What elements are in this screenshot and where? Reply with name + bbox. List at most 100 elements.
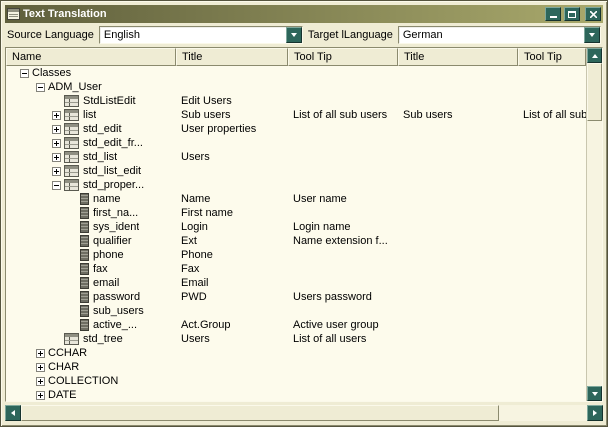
- row-tooltip[interactable]: [288, 150, 398, 164]
- horizontal-scrollbar[interactable]: [5, 405, 603, 421]
- row-title-2[interactable]: [398, 150, 518, 164]
- scroll-up-button[interactable]: [587, 48, 602, 63]
- tree-row[interactable]: first_na... First name: [6, 206, 586, 220]
- row-title[interactable]: Fax: [176, 262, 288, 276]
- row-title-2[interactable]: [398, 388, 518, 401]
- tree-row[interactable]: std_edit User properties: [6, 122, 586, 136]
- row-title-2[interactable]: [398, 136, 518, 150]
- row-title[interactable]: [176, 66, 288, 80]
- expand-plus-icon[interactable]: [36, 391, 45, 400]
- tree-row[interactable]: Classes: [6, 66, 586, 80]
- row-title[interactable]: Name: [176, 192, 288, 206]
- tree-row[interactable]: name Name User name: [6, 192, 586, 206]
- tree-row[interactable]: DATE: [6, 388, 586, 401]
- tree-row[interactable]: phone Phone: [6, 248, 586, 262]
- expand-plus-icon[interactable]: [52, 153, 61, 162]
- row-tooltip-2[interactable]: [518, 164, 523, 178]
- row-title-2[interactable]: Sub users: [398, 108, 518, 122]
- row-title-2[interactable]: [398, 346, 518, 360]
- row-title[interactable]: [176, 136, 288, 150]
- tree-row[interactable]: std_edit_fr...: [6, 136, 586, 150]
- row-tooltip[interactable]: [288, 248, 398, 262]
- row-title[interactable]: PWD: [176, 290, 288, 304]
- row-tooltip[interactable]: [288, 178, 398, 192]
- row-tooltip-2[interactable]: [518, 136, 523, 150]
- vertical-scrollbar-thumb[interactable]: [587, 63, 602, 121]
- row-title-2[interactable]: [398, 66, 518, 80]
- close-button[interactable]: [585, 7, 601, 21]
- row-title-2[interactable]: [398, 80, 518, 94]
- row-tooltip-2[interactable]: [518, 374, 523, 388]
- row-title[interactable]: Edit Users: [176, 94, 288, 108]
- expand-plus-icon[interactable]: [36, 377, 45, 386]
- tree-row[interactable]: StdListEdit Edit Users: [6, 94, 586, 108]
- row-title[interactable]: Ext: [176, 234, 288, 248]
- row-tooltip-2[interactable]: [518, 332, 523, 346]
- row-tooltip[interactable]: [288, 262, 398, 276]
- row-title[interactable]: Login: [176, 220, 288, 234]
- expand-plus-icon[interactable]: [52, 111, 61, 120]
- tree-row[interactable]: password PWD Users password: [6, 290, 586, 304]
- scroll-left-button[interactable]: [5, 405, 21, 421]
- row-tooltip-2[interactable]: [518, 66, 523, 80]
- tree-row[interactable]: CHAR: [6, 360, 586, 374]
- row-title-2[interactable]: [398, 276, 518, 290]
- row-title-2[interactable]: [398, 234, 518, 248]
- row-title-2[interactable]: [398, 290, 518, 304]
- expand-plus-icon[interactable]: [52, 167, 61, 176]
- row-tooltip[interactable]: Name extension f...: [288, 234, 398, 248]
- expand-plus-icon[interactable]: [52, 139, 61, 148]
- row-title[interactable]: [176, 360, 288, 374]
- scroll-down-button[interactable]: [587, 386, 602, 401]
- row-tooltip-2[interactable]: [518, 150, 523, 164]
- row-title[interactable]: [176, 374, 288, 388]
- row-tooltip-2[interactable]: [518, 206, 523, 220]
- tree-row[interactable]: CCHAR: [6, 346, 586, 360]
- row-title-2[interactable]: [398, 304, 518, 318]
- row-title-2[interactable]: [398, 248, 518, 262]
- row-tooltip-2[interactable]: [518, 290, 523, 304]
- tree-row[interactable]: fax Fax: [6, 262, 586, 276]
- vertical-scrollbar-track[interactable]: [587, 121, 602, 386]
- row-tooltip-2[interactable]: [518, 220, 523, 234]
- tree-row[interactable]: std_list Users: [6, 150, 586, 164]
- row-tooltip[interactable]: [288, 304, 398, 318]
- column-header-title[interactable]: Title: [176, 48, 288, 66]
- row-tooltip[interactable]: [288, 164, 398, 178]
- target-dropdown-button[interactable]: [584, 27, 600, 43]
- row-tooltip[interactable]: List of all sub users: [288, 108, 398, 122]
- row-tooltip-2[interactable]: [518, 192, 523, 206]
- column-header-title-2[interactable]: Title: [398, 48, 518, 66]
- row-tooltip-2[interactable]: [518, 122, 523, 136]
- row-tooltip-2[interactable]: [518, 80, 523, 94]
- row-tooltip[interactable]: [288, 80, 398, 94]
- row-tooltip-2[interactable]: List of all sub users: [518, 108, 586, 122]
- row-tooltip[interactable]: Active user group: [288, 318, 398, 332]
- row-title[interactable]: Email: [176, 276, 288, 290]
- expand-plus-icon[interactable]: [36, 349, 45, 358]
- row-tooltip[interactable]: [288, 136, 398, 150]
- horizontal-scrollbar-thumb[interactable]: [21, 405, 499, 421]
- row-title[interactable]: [176, 346, 288, 360]
- row-tooltip[interactable]: [288, 374, 398, 388]
- source-language-select[interactable]: English: [99, 26, 303, 44]
- tree-row[interactable]: email Email: [6, 276, 586, 290]
- row-title[interactable]: [176, 164, 288, 178]
- collapse-minus-icon[interactable]: [20, 69, 29, 78]
- row-title[interactable]: [176, 388, 288, 401]
- row-tooltip-2[interactable]: [518, 94, 523, 108]
- row-tooltip-2[interactable]: [518, 360, 523, 374]
- tree-row[interactable]: std_list_edit: [6, 164, 586, 178]
- row-tooltip[interactable]: Login name: [288, 220, 398, 234]
- row-title-2[interactable]: [398, 178, 518, 192]
- row-tooltip-2[interactable]: [518, 234, 523, 248]
- expand-plus-icon[interactable]: [52, 125, 61, 134]
- row-tooltip-2[interactable]: [518, 248, 523, 262]
- row-title[interactable]: Sub users: [176, 108, 288, 122]
- maximize-button[interactable]: [564, 7, 580, 21]
- row-title-2[interactable]: [398, 94, 518, 108]
- row-title-2[interactable]: [398, 164, 518, 178]
- row-title-2[interactable]: [398, 318, 518, 332]
- vertical-scrollbar[interactable]: [586, 48, 602, 401]
- row-title[interactable]: Phone: [176, 248, 288, 262]
